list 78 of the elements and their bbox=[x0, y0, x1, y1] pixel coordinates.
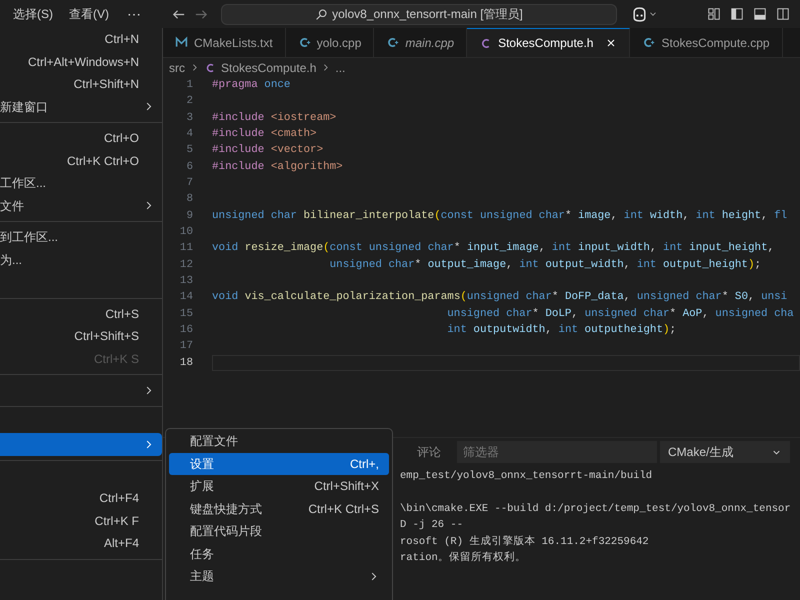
breadcrumb-item[interactable]: ... bbox=[335, 58, 346, 76]
code-line: #include <cmath> bbox=[212, 126, 317, 142]
breadcrumb-item[interactable]: StokesCompute.h bbox=[221, 58, 316, 76]
dropdown[interactable]: CMake/生成 bbox=[660, 441, 790, 463]
menu-item[interactable]: 主题 bbox=[169, 565, 389, 588]
editor-tab[interactable]: StokesCompute.cpp bbox=[630, 28, 783, 57]
code-line: #include <iostream> bbox=[212, 110, 336, 126]
line-number: 16 bbox=[178, 322, 193, 338]
menu-bar-item[interactable]: 查看(V) bbox=[61, 5, 117, 23]
menu-item[interactable]: Ctrl+F4 bbox=[0, 487, 162, 510]
code-line: #pragma once bbox=[212, 78, 290, 93]
line-number: 18 bbox=[178, 356, 193, 371]
line-number: 4 bbox=[185, 126, 193, 142]
menu-item[interactable]: 新建窗口 bbox=[0, 96, 162, 118]
filter-field[interactable]: 筛选器 bbox=[457, 441, 657, 463]
code-line: unsigned char* DoLP, unsigned char* AoP, unsigned cha bbox=[446, 306, 794, 322]
menu-item[interactable]: 配置文件 bbox=[169, 430, 389, 452]
line-number: 15 bbox=[178, 306, 193, 322]
line-number: 13 bbox=[178, 274, 193, 289]
code-line: #include <vector> bbox=[212, 143, 324, 158]
menu-item[interactable]: Ctrl+Alt+Windows+N bbox=[0, 50, 162, 73]
output-line: emp_test/yolov8_onnx_tensorrt-main/build bbox=[400, 469, 654, 484]
code-line: int outputwidth, int outputheight); bbox=[446, 322, 676, 338]
panel-toggle-icon[interactable] bbox=[753, 7, 767, 21]
menu-item[interactable]: 为... bbox=[0, 248, 162, 271]
search-icon[interactable] bbox=[315, 8, 328, 20]
output-line: rosoft (R) 生成引擎版本 16.11.2+f32259642 bbox=[400, 534, 650, 550]
editor-tab[interactable]: yolo.cpp bbox=[286, 28, 374, 57]
line-number: 9 bbox=[185, 208, 193, 224]
c-letter-icon bbox=[204, 62, 216, 74]
line-number: 2 bbox=[185, 94, 193, 110]
menu-item[interactable]: Ctrl+K Ctrl+O bbox=[0, 150, 162, 172]
line-number: 5 bbox=[185, 143, 193, 158]
menu-item[interactable]: Ctrl+Shift+S bbox=[0, 325, 162, 348]
menu-item[interactable]: 配置代码片段 bbox=[169, 520, 389, 542]
search-field[interactable]: yolov8_onnx_tensorrt-main [管理员] bbox=[221, 4, 617, 24]
line-number: 17 bbox=[178, 339, 193, 354]
menu-item[interactable]: 扩展 Ctrl+Shift+X bbox=[169, 475, 389, 498]
menu-item[interactable]: Alt+F4 bbox=[0, 532, 162, 554]
split-layout-icon[interactable] bbox=[776, 7, 790, 21]
menu-item[interactable]: Ctrl+K F bbox=[0, 510, 162, 532]
output-line: \bin\cmake.EXE --build d:/project/temp_test/yolov8_onnx_tensor bbox=[400, 502, 792, 517]
more-button[interactable]: ⋯ bbox=[123, 4, 145, 24]
line-number: 8 bbox=[185, 192, 193, 208]
line-number: 10 bbox=[178, 224, 193, 240]
menu-item[interactable]: 键盘快捷方式 Ctrl+K Ctrl+S bbox=[169, 498, 389, 520]
editor-tab[interactable]: CMakeLists.txt bbox=[163, 28, 286, 57]
code-line: unsigned char bilinear_interpolate(const unsigned char* image, int width, int height, fl bbox=[212, 208, 788, 224]
line-number: 12 bbox=[178, 258, 193, 273]
output-line: D -j 26 -- bbox=[400, 518, 464, 534]
close-icon[interactable] bbox=[605, 37, 618, 49]
menu-item[interactable]: Ctrl+Shift+N bbox=[0, 73, 162, 96]
menu-item[interactable]: 到工作区... bbox=[0, 226, 162, 248]
layout-icon[interactable] bbox=[707, 7, 721, 21]
sidebar-toggle-icon[interactable] bbox=[730, 7, 744, 21]
line-number: 3 bbox=[185, 110, 193, 126]
breadcrumb-item[interactable]: src bbox=[169, 58, 185, 76]
code-line: void resize_image(const unsigned char* input_image, int input_width, int input_height, bbox=[212, 241, 774, 256]
menu-item[interactable]: Ctrl+S bbox=[0, 302, 162, 325]
panel-tab[interactable]: 评论 bbox=[417, 443, 441, 461]
code-line: unsigned char* output_image, int output_width, int output_height); bbox=[328, 258, 762, 273]
menu-item[interactable]: Ctrl+N bbox=[0, 28, 162, 50]
menu-item[interactable]: 文件 bbox=[0, 194, 162, 217]
line-number: 7 bbox=[185, 176, 193, 191]
output-line: ration。保留所有权利。 bbox=[400, 550, 527, 566]
menu-item[interactable]: 任务 bbox=[169, 542, 389, 565]
menu-bar-item[interactable]: 选择(S) bbox=[5, 5, 61, 23]
menu-item[interactable]: 工作区... bbox=[0, 172, 162, 194]
menu-item[interactable]: 设置 Ctrl+, bbox=[169, 452, 389, 475]
code-line: void vis_calculate_polarization_params(unsigned char* DoFP_data, unsigned char* S0, unsi bbox=[212, 290, 788, 306]
editor-tab[interactable]: StokesCompute.h bbox=[467, 28, 630, 57]
assistant-icon[interactable] bbox=[631, 6, 648, 22]
line-number: 6 bbox=[185, 160, 193, 175]
line-number: 14 bbox=[178, 290, 193, 306]
menu-item[interactable]: Ctrl+O bbox=[0, 127, 162, 150]
line-number: 1 bbox=[185, 78, 193, 93]
code-line: #include <algorithm> bbox=[212, 160, 343, 175]
line-number: 11 bbox=[178, 241, 193, 256]
